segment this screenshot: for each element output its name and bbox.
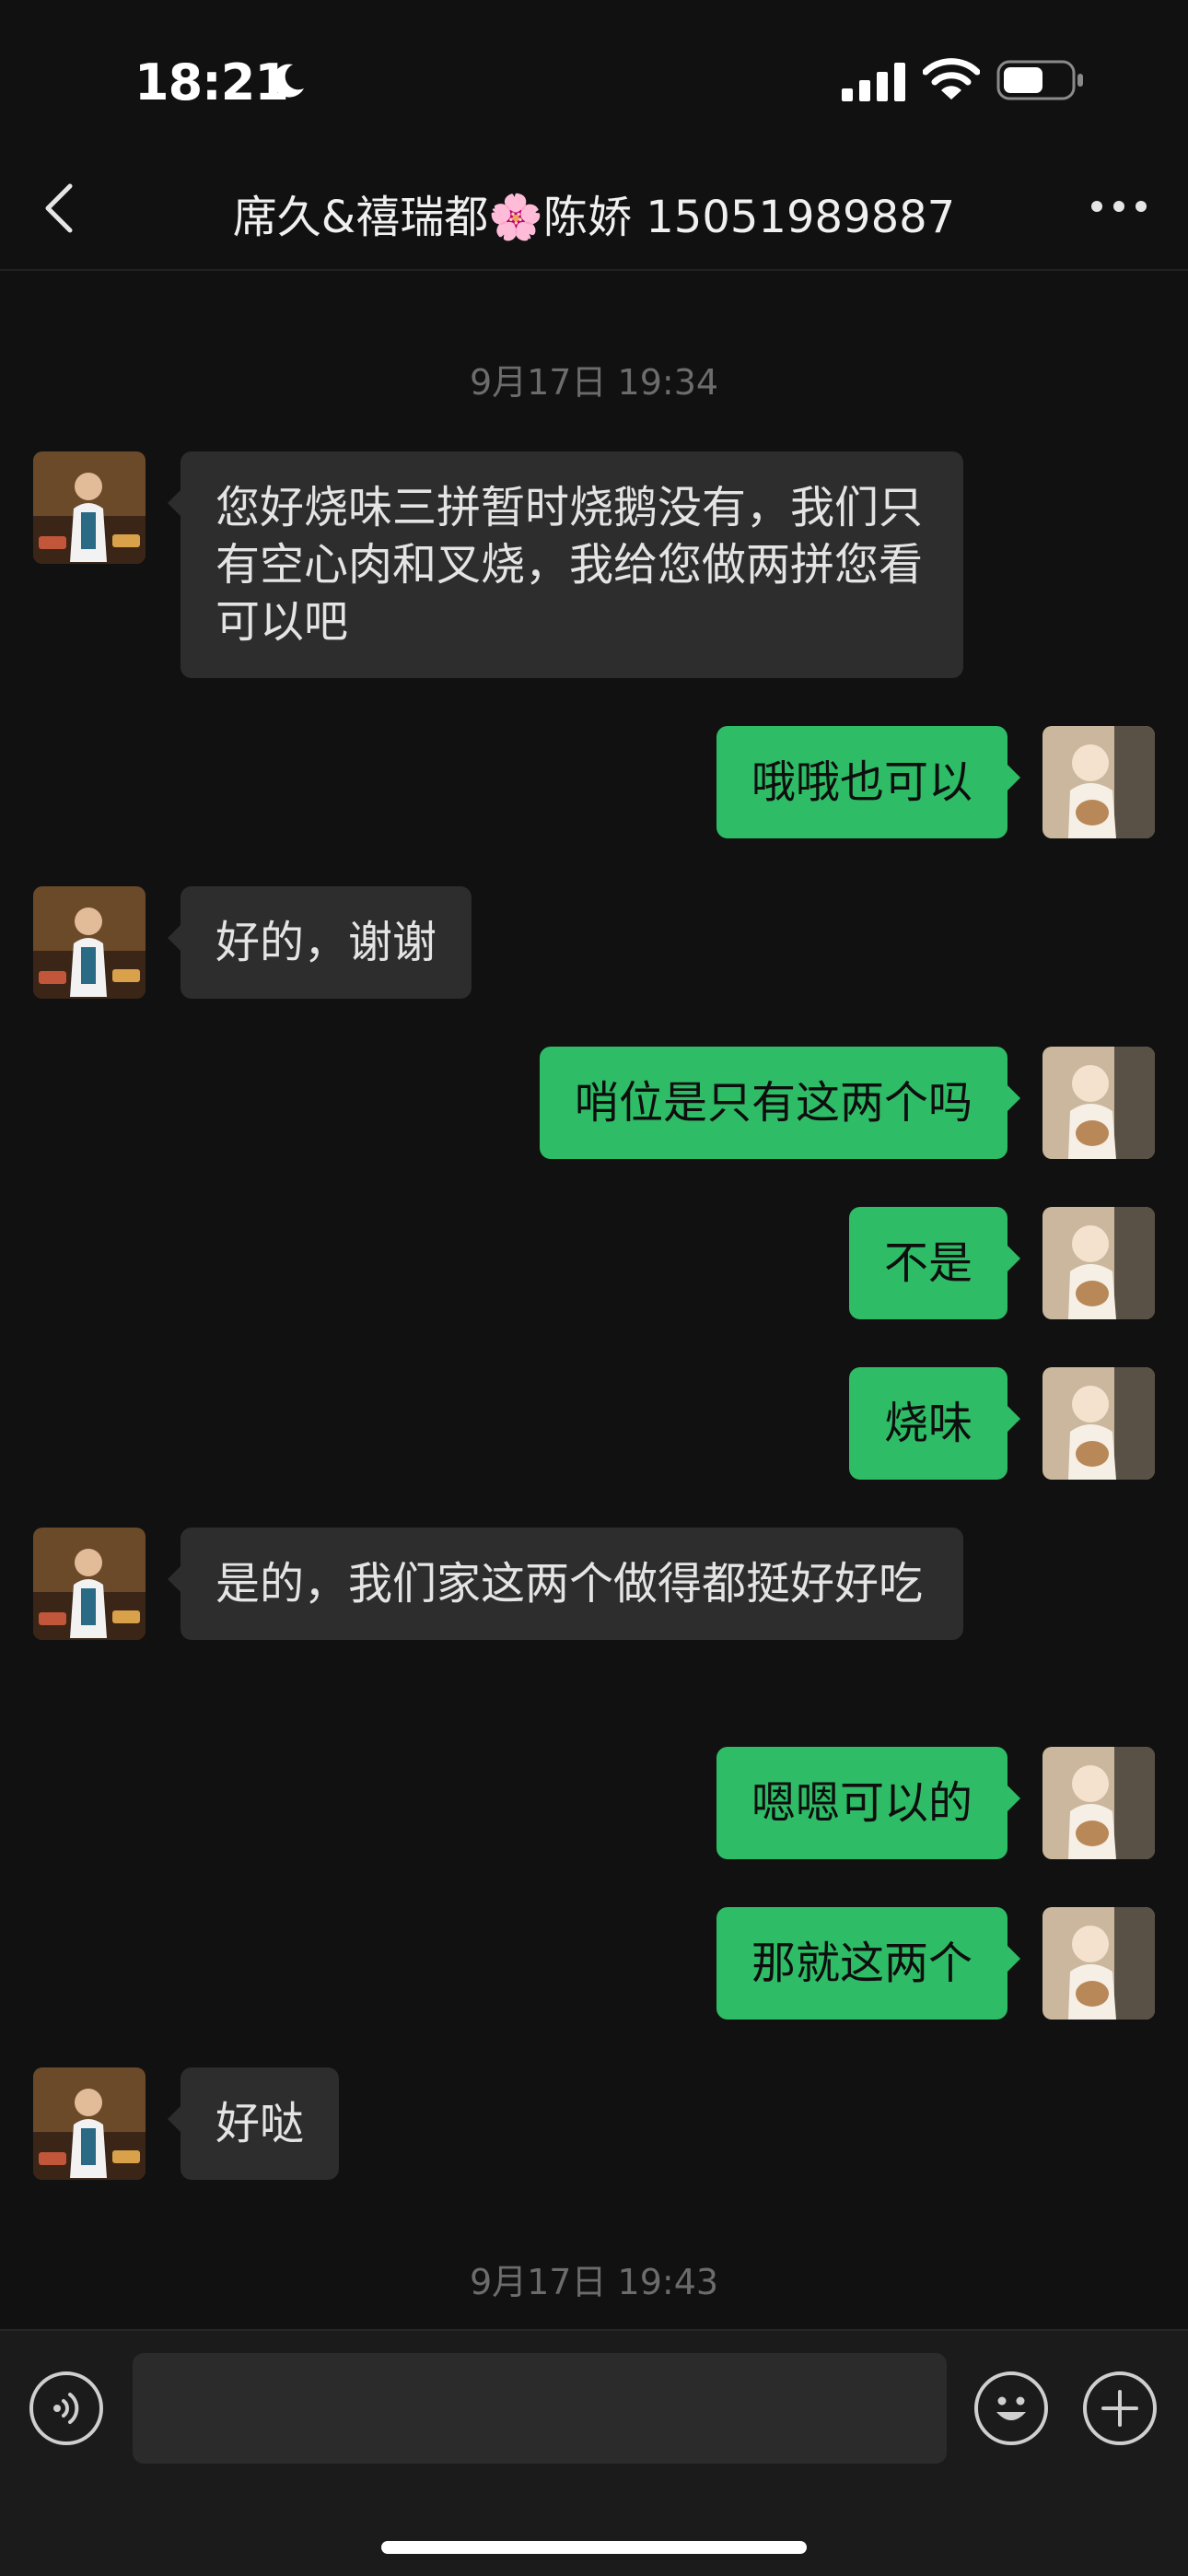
outgoing-message-bubble[interactable]: 那就这两个 — [716, 1907, 1021, 2020]
message-list[interactable]: 9月17日 19:34 您好烧味三拼暂时烧鹅没有，我们只有空心肉和叉烧，我给您做… — [0, 271, 1188, 2329]
my-avatar[interactable] — [1042, 1747, 1155, 1859]
back-icon[interactable] — [37, 179, 83, 238]
voice-button[interactable] — [29, 2371, 103, 2445]
chat-screen: 18:21 席久&禧瑞都🌸陈娇 15051989887 9月17日 19:34 … — [0, 0, 1188, 2576]
my-avatar[interactable] — [1042, 1207, 1155, 1319]
contact-avatar[interactable] — [33, 886, 146, 999]
outgoing-message-bubble[interactable]: 哦哦也可以 — [716, 726, 1021, 838]
more-functions-button[interactable] — [1083, 2371, 1157, 2445]
outgoing-message-bubble[interactable]: 哨位是只有这两个吗 — [539, 1047, 1021, 1159]
message-timestamp: 9月17日 19:43 — [469, 2262, 719, 2302]
chat-title: 席久&禧瑞都🌸陈娇 15051989887 — [232, 192, 956, 243]
home-indicator[interactable] — [381, 2541, 807, 2554]
incoming-message-bubble[interactable]: 您好烧味三拼暂时烧鹅没有，我们只有空心肉和叉烧，我给您做两拼您看可以吧 — [168, 451, 963, 678]
moon-icon — [273, 64, 304, 98]
incoming-message-bubble[interactable]: 是的，我们家这两个做得都挺好好吃 — [168, 1528, 963, 1640]
battery-icon — [996, 60, 1083, 100]
my-avatar[interactable] — [1042, 1367, 1155, 1480]
outgoing-message-bubble[interactable]: 嗯嗯可以的 — [716, 1747, 1021, 1859]
status-bar: 18:21 — [0, 0, 1188, 157]
my-avatar[interactable] — [1042, 1907, 1155, 2020]
wifi-icon — [923, 58, 980, 100]
incoming-message-bubble[interactable]: 好哒 — [167, 2067, 340, 2180]
signal-icon — [842, 63, 905, 101]
outgoing-message-bubble[interactable]: 不是 — [848, 1207, 1021, 1319]
message-timestamp: 9月17日 19:34 — [469, 362, 719, 403]
message-input[interactable] — [133, 2353, 947, 2464]
emoji-icon — [996, 2396, 1026, 2420]
outgoing-message-bubble[interactable]: 烧味 — [848, 1367, 1021, 1480]
more-icon[interactable] — [1087, 188, 1151, 225]
voice-icon — [53, 2393, 79, 2424]
my-avatar[interactable] — [1042, 1047, 1155, 1159]
contact-avatar[interactable] — [33, 2067, 146, 2180]
plus-icon — [1101, 2390, 1138, 2427]
incoming-message-bubble[interactable]: 好的，谢谢 — [167, 886, 472, 999]
contact-avatar[interactable] — [33, 451, 146, 564]
status-time: 18:21 — [134, 53, 289, 111]
contact-avatar[interactable] — [33, 1528, 146, 1640]
my-avatar[interactable] — [1042, 726, 1155, 838]
chat-header: 席久&禧瑞都🌸陈娇 15051989887 — [0, 157, 1188, 271]
emoji-button[interactable] — [974, 2371, 1048, 2445]
input-bar — [0, 2329, 1188, 2576]
